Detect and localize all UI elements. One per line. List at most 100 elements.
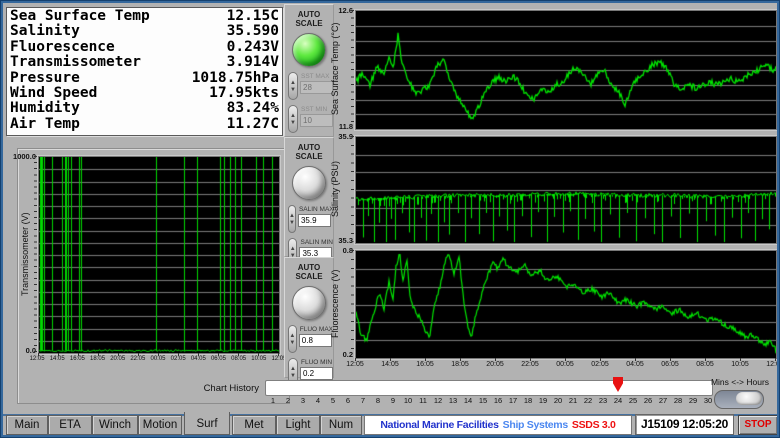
fluorescence-autoscale-panel: AUTO SCALE ▲▼ FLUO MAX 0.8 ▲▼ FLUO MIN 0… [284, 257, 334, 378]
sst-max-field[interactable]: 28 [300, 81, 333, 94]
transmissometer-y-axis-label: Transmissometer (V) [20, 156, 32, 352]
sst-y-axis-label: Sea Surface Temp (°C) [330, 10, 342, 128]
reading-label: Pressure [10, 71, 80, 86]
fluorescence-y-axis-label: Fluorescence (V) [330, 250, 342, 357]
reading-row: Transmissometer3.914V [10, 55, 279, 70]
reading-row: Fluorescence0.243V [10, 40, 279, 55]
down-arrow-icon[interactable]: ▼ [290, 373, 296, 379]
salinity-max-stepper[interactable]: ▲▼ [288, 205, 296, 233]
fluorescence-max-field[interactable]: 0.8 [299, 334, 332, 347]
x-tick-label: 12:05 [340, 361, 370, 368]
fluorescence-max-label: FLUO MAX [300, 326, 333, 333]
history-tick-label: 12 [431, 396, 445, 405]
fluorescence-min-field[interactable]: 0.2 [300, 367, 333, 380]
transmissometer-y-ticks [34, 156, 37, 352]
fluorescence-chart-canvas [356, 251, 776, 358]
salinity-y-max-tick: 35.9 [325, 132, 353, 141]
down-arrow-icon[interactable]: ▼ [290, 120, 296, 126]
tab-surf[interactable]: Surf [184, 412, 230, 435]
brand-nmf: National Marine Facilities [380, 419, 498, 431]
reading-label: Sea Surface Temp [10, 9, 150, 24]
history-tick-label: 11 [416, 396, 430, 405]
sst-min-stepper[interactable]: ▲▼ [288, 105, 298, 133]
tab-num[interactable]: Num [320, 415, 362, 435]
fluorescence-plot [355, 250, 777, 359]
x-tick-label: 20:05 [108, 356, 128, 362]
down-arrow-icon[interactable]: ▼ [289, 340, 295, 346]
sst-autoscale-title: AUTO SCALE [292, 10, 326, 28]
toggle-knob-icon [736, 392, 762, 405]
up-arrow-icon[interactable]: ▲ [289, 213, 295, 219]
x-tick-label: 12:05 [760, 361, 777, 368]
fluorescence-max-stepper[interactable]: ▲▼ [288, 325, 297, 353]
history-tick-label: 4 [311, 396, 325, 405]
down-arrow-icon[interactable]: ▼ [289, 220, 295, 226]
x-tick-label: 12:05 [27, 356, 47, 362]
chart-history-label: Chart History [183, 383, 259, 394]
brand-ship-systems: Ship Systems [503, 419, 568, 431]
x-tick-label: 10:05 [249, 356, 269, 362]
x-tick-label: 22:05 [128, 356, 148, 362]
mins-hours-label: Mins <-> Hours [700, 377, 777, 387]
sst-min-label: SST MIN [301, 106, 333, 113]
sst-chart-canvas [356, 11, 776, 129]
chart-history-slider-track[interactable] [265, 380, 713, 396]
reading-value: 1018.75hPa [192, 71, 279, 86]
history-tick-label: 22 [581, 396, 595, 405]
x-tick-label: 08:05 [690, 361, 720, 368]
salinity-chart-canvas [356, 137, 776, 243]
reading-label: Humidity [10, 101, 80, 116]
fluorescence-y-max-tick: 0.8 [325, 246, 353, 255]
sst-autoscale-button[interactable] [292, 33, 326, 67]
x-tick-label: 14:05 [47, 356, 67, 362]
tab-main[interactable]: Main [6, 415, 48, 435]
tab-met[interactable]: Met [232, 415, 276, 435]
history-tick-label: 10 [401, 396, 415, 405]
reading-label: Fluorescence [10, 40, 115, 55]
x-tick-label: 10:05 [725, 361, 755, 368]
up-arrow-icon[interactable]: ▲ [290, 113, 296, 119]
tab-motion[interactable]: Motion [138, 415, 182, 435]
x-tick-label: 06:05 [655, 361, 685, 368]
history-tick-label: 6 [341, 396, 355, 405]
brand-ssds-version: SSDS 3.0 [572, 419, 616, 431]
sst-y-max-tick: 12.6 [325, 6, 353, 15]
history-tick-label: 17 [506, 396, 520, 405]
salinity-autoscale-button[interactable] [292, 166, 326, 200]
reading-value: 17.95kts [209, 86, 279, 101]
tab-eta[interactable]: ETA [48, 415, 92, 435]
x-tick-label: 02:05 [585, 361, 615, 368]
salinity-y-min-tick: 35.3 [325, 236, 353, 245]
up-arrow-icon[interactable]: ▲ [290, 80, 296, 86]
history-tick-label: 13 [446, 396, 460, 405]
up-arrow-icon[interactable]: ▲ [290, 366, 296, 372]
history-tick-label: 1 [266, 396, 280, 405]
mins-hours-toggle[interactable] [714, 390, 764, 409]
reading-row: Air Temp11.27C [10, 117, 279, 132]
reading-value: 83.24% [227, 101, 279, 116]
reading-value: 12.15C [227, 9, 279, 24]
reading-label: Air Temp [10, 117, 80, 132]
up-arrow-icon[interactable]: ▲ [289, 333, 295, 339]
sst-max-stepper[interactable]: ▲▼ [288, 72, 298, 100]
salinity-autoscale-title: AUTO SCALE [292, 143, 326, 161]
down-arrow-icon[interactable]: ▼ [290, 87, 296, 93]
sst-plot [355, 10, 777, 130]
time-x-axis-labels: 12:0514:0516:0518:0520:0522:0500:0502:05… [340, 361, 777, 368]
fluorescence-autoscale-button[interactable] [292, 286, 326, 320]
readings-panel: Sea Surface Temp12.15C Salinity35.590 Fl… [6, 7, 283, 136]
history-tick-label: 14 [461, 396, 475, 405]
reading-label: Transmissometer [10, 55, 141, 70]
stop-button[interactable]: STOP [738, 415, 777, 435]
transmissometer-y-max-tick: 1000.0 [5, 152, 36, 161]
history-tick-label: 21 [566, 396, 580, 405]
tab-light[interactable]: Light [276, 415, 320, 435]
up-arrow-icon[interactable]: ▲ [290, 246, 296, 252]
reading-row: Sea Surface Temp 12.15C [10, 9, 279, 24]
x-tick-label: 16:05 [410, 361, 440, 368]
tab-winch[interactable]: Winch [92, 415, 138, 435]
salinity-max-field[interactable]: 35.9 [298, 214, 331, 227]
fluorescence-min-label: FLUO MIN [301, 359, 333, 366]
history-tick-label: 23 [596, 396, 610, 405]
salinity-y-axis-label: Salinity (PSU) [330, 136, 342, 242]
